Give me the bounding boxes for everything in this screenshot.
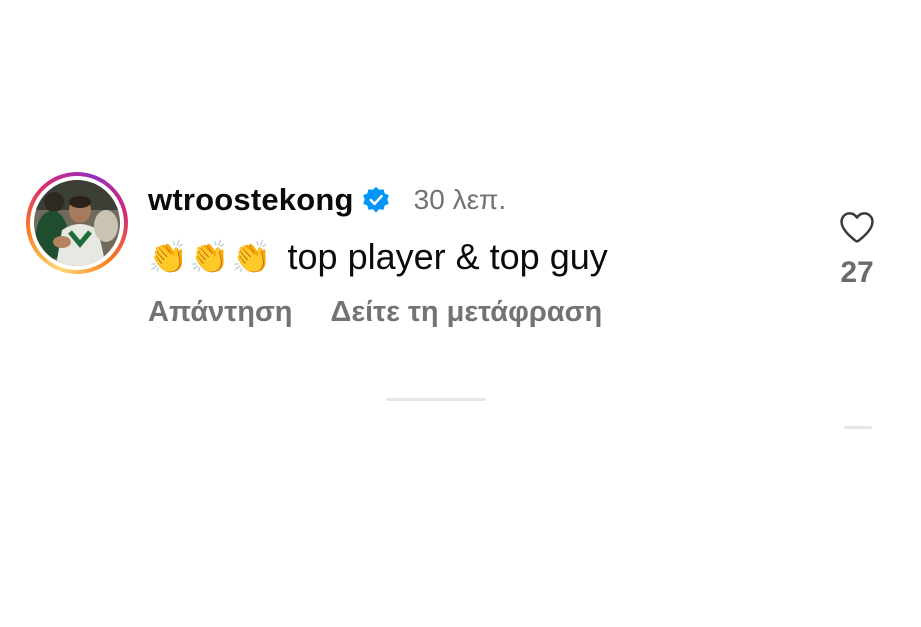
comment-header: wtroostekong 30 λεπ. [148, 180, 506, 220]
see-translation-button[interactable]: Δείτε τη μετάφραση [331, 296, 603, 329]
like-count: 27 [840, 256, 874, 289]
comment-item: wtroostekong 30 λεπ. 👏👏👏 top player & to… [26, 172, 886, 342]
username-link[interactable]: wtroostekong [148, 182, 354, 218]
faded-content-divider [844, 426, 872, 429]
avatar-photo [34, 180, 120, 266]
comment-timestamp: 30 λεπ. [413, 184, 507, 215]
heart-outline-icon[interactable] [838, 210, 876, 244]
avatar[interactable] [26, 172, 128, 274]
verified-badge-icon [362, 186, 389, 213]
clapping-hands-emoji: 👏👏👏 [148, 239, 274, 275]
comment-body: 👏👏👏 top player & top guy [148, 234, 608, 280]
faded-content-divider [386, 398, 486, 401]
like-area: 27 [832, 210, 882, 290]
comment-actions: Απάντηση Δείτε τη μετάφραση [148, 292, 602, 332]
comment-text: top player & top guy [287, 236, 608, 277]
avatar-image [34, 180, 120, 266]
reply-button[interactable]: Απάντηση [148, 296, 293, 329]
